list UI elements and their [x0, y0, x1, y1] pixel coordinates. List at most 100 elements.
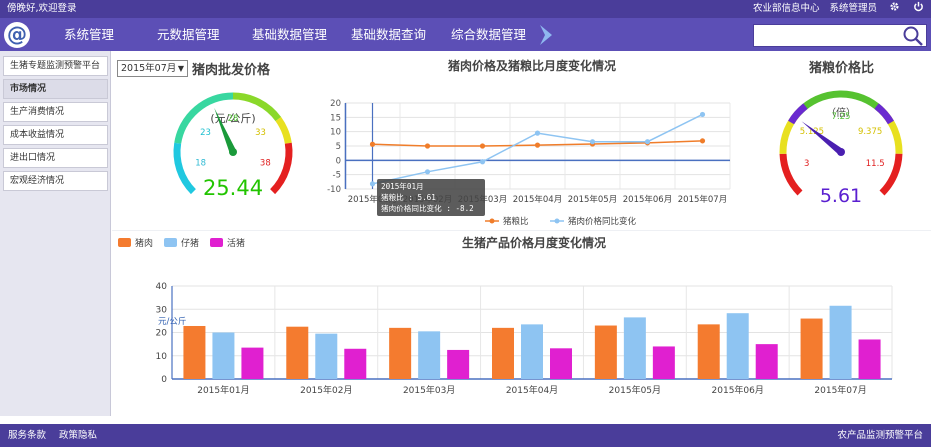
power-icon[interactable] — [911, 0, 925, 18]
link-info-center[interactable]: 农业部信息中心 — [753, 0, 820, 18]
bar[interactable] — [389, 327, 412, 379]
bar[interactable] — [286, 326, 309, 379]
line-series — [372, 113, 703, 185]
bar[interactable] — [800, 318, 823, 379]
bar-x-tick-label: 2015年05月 — [609, 384, 661, 396]
bar-y-tick-label: 30 — [156, 305, 168, 315]
search-icon[interactable] — [902, 25, 924, 47]
line-y-tick-label: 20 — [330, 99, 341, 109]
gauge-tick — [873, 110, 877, 115]
nav-integrated-data-manage[interactable]: 综合数据管理 — [451, 18, 526, 51]
bar[interactable] — [858, 339, 881, 379]
line-legend-label[interactable]: 猪肉价格同比变化 — [568, 216, 637, 227]
month-select[interactable]: 2015年07月 ▼ — [117, 60, 188, 77]
bar[interactable] — [755, 344, 778, 379]
line-point[interactable] — [424, 169, 431, 175]
bar[interactable] — [315, 333, 338, 379]
bar[interactable] — [697, 324, 720, 379]
line-point[interactable] — [534, 130, 541, 136]
sidebar-item-trade[interactable]: 进出口情况 — [3, 148, 108, 168]
sidebar-item-cost[interactable]: 成本收益情况 — [3, 125, 108, 145]
line-legend-marker — [554, 218, 560, 224]
gauge-ratio-tick-label: 7.25 — [832, 112, 851, 122]
gauge-tick — [863, 103, 866, 108]
gauge-price-tick-label: 18 — [195, 159, 206, 169]
sidebar-item-market[interactable]: 市场情况 — [3, 79, 108, 99]
bar-legend-swatch — [118, 238, 131, 247]
gauge-tick — [816, 103, 819, 108]
sidebar: 生猪专题监测预警平台 市场情况 生产消费情况 成本收益情况 进出口情况 宏观经济… — [0, 51, 111, 416]
footer-link-privacy[interactable]: 政策隐私 — [59, 424, 97, 447]
bar[interactable] — [521, 324, 543, 379]
line-point[interactable] — [369, 181, 376, 187]
gauge-tick — [263, 182, 271, 190]
sidebar-item-production[interactable]: 生产消费情况 — [3, 102, 108, 122]
gauge-price-hub — [229, 148, 237, 156]
gauge-band — [275, 117, 292, 144]
line-point[interactable] — [534, 142, 541, 148]
bar[interactable] — [447, 349, 470, 379]
gauge-price-tick-label: 28 — [228, 114, 239, 124]
line-point[interactable] — [479, 159, 486, 165]
line-point[interactable] — [644, 139, 651, 145]
line-chart: 20151050-5-102015年01月2015年02月2015年03月201… — [327, 99, 731, 227]
bar-chart: 元/公斤4030201002015年01月2015年02月2015年03月201… — [118, 237, 893, 396]
bar[interactable] — [829, 305, 852, 379]
line-legend-marker — [489, 218, 495, 224]
gauge-price-title: 猪肉批发价格 — [192, 63, 271, 78]
bar[interactable] — [418, 331, 441, 379]
gauge-ratio: （倍） 3 5.125 7.25 9.375 11.5 5.61 — [779, 90, 903, 207]
footer: 服务条款 政策隐私 农产品监测预警平台 — [0, 424, 931, 447]
bar[interactable] — [550, 348, 572, 379]
bar-legend-label[interactable]: 猪肉 — [135, 237, 153, 249]
chevron-right-icon[interactable] — [538, 24, 554, 46]
sidebar-item-macro[interactable]: 宏观经济情况 — [3, 171, 108, 191]
bar[interactable] — [623, 317, 646, 379]
chart-tooltip: 2015年01月 猪粮比 : 5.61 猪肉价格同比变化 : -8.2 — [377, 179, 485, 216]
gauge-tick — [263, 112, 268, 116]
line-point[interactable] — [424, 143, 431, 149]
line-point[interactable] — [479, 143, 486, 149]
bar[interactable] — [212, 332, 235, 380]
link-admin[interactable]: 系统管理员 — [829, 0, 877, 18]
gauge-tick — [254, 105, 258, 110]
line-legend-label[interactable]: 猪粮比 — [503, 216, 529, 227]
bar[interactable] — [241, 347, 264, 379]
sidebar-item-platform[interactable]: 生猪专题监测预警平台 — [3, 56, 108, 76]
line-y-tick-label: -5 — [333, 171, 341, 181]
bar[interactable] — [594, 325, 617, 379]
search-box — [753, 24, 927, 47]
nav-metadata-manage[interactable]: 元数据管理 — [157, 18, 220, 51]
gauge-band — [874, 103, 894, 125]
gauge-tick — [188, 176, 193, 180]
line-point[interactable] — [699, 138, 706, 144]
gear-icon[interactable] — [887, 0, 901, 18]
bar[interactable] — [726, 313, 749, 379]
line-x-tick-label: 2015年04月 — [513, 194, 562, 205]
bar-legend-label[interactable]: 活猪 — [227, 237, 245, 249]
logo: @ — [4, 22, 30, 48]
line-chart-title: 猪肉价格及猪粮比月度变化情况 — [448, 59, 617, 73]
bar[interactable] — [183, 325, 206, 379]
bar-legend-label[interactable]: 仔猪 — [181, 237, 199, 249]
line-point[interactable] — [699, 111, 706, 118]
line-point[interactable] — [589, 139, 596, 145]
top-links: 农业部信息中心 系统管理员 — [753, 0, 925, 18]
nav-basic-data-manage[interactable]: 基础数据管理 — [252, 18, 327, 51]
tooltip-line: 猪肉价格同比变化 : -8.2 — [381, 204, 474, 213]
bar-x-tick-label: 2015年01月 — [197, 384, 249, 396]
gauge-tick — [802, 183, 810, 191]
bar[interactable] — [652, 346, 675, 379]
gauge-tick — [198, 112, 203, 116]
nav-basic-data-query[interactable]: 基础数据查询 — [351, 18, 426, 51]
search-input[interactable] — [756, 27, 896, 44]
top-bar: 傍晚好,欢迎登录 农业部信息中心 系统管理员 — [0, 0, 931, 18]
bar[interactable] — [492, 327, 514, 379]
bar[interactable] — [344, 348, 367, 379]
nav-system-manage[interactable]: 系统管理 — [64, 18, 114, 51]
gauge-tick — [190, 121, 195, 125]
footer-link-terms[interactable]: 服务条款 — [8, 424, 46, 447]
bar-y-tick-label: 10 — [156, 352, 168, 362]
line-point[interactable] — [369, 141, 376, 147]
bar-legend-swatch — [210, 238, 223, 247]
